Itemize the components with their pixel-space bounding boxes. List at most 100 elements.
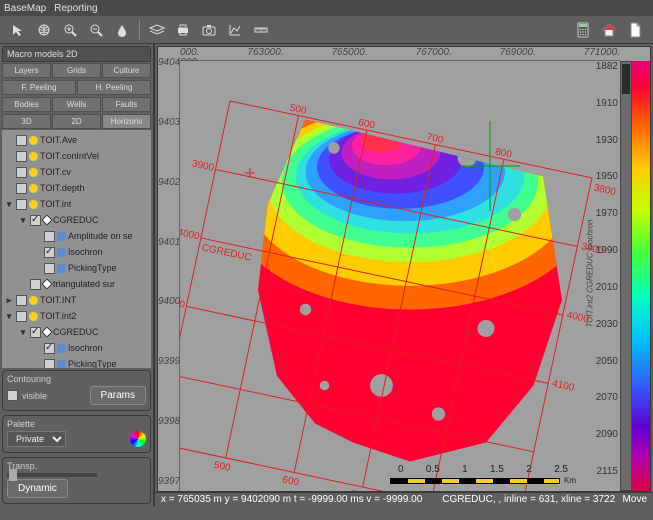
globe-icon[interactable]	[32, 19, 56, 41]
visibility-checkbox[interactable]	[44, 231, 55, 242]
expander-icon[interactable]: ▾	[4, 199, 14, 209]
zoom-out-icon[interactable]	[84, 19, 108, 41]
visibility-checkbox[interactable]	[44, 247, 55, 258]
tab-faults[interactable]: Faults	[102, 97, 151, 112]
drop-icon[interactable]	[110, 19, 134, 41]
tree-label: CGREDUC	[53, 215, 99, 225]
tree-row[interactable]: Isochron	[2, 244, 151, 260]
seismic-horizon-map	[220, 91, 600, 471]
expander-icon[interactable]	[18, 279, 28, 289]
tree-row[interactable]: TOIT.cv	[2, 164, 151, 180]
chart-icon[interactable]	[223, 19, 247, 41]
tree-row[interactable]: Isochron	[2, 340, 151, 356]
tree-row[interactable]: TOIT.Ave	[2, 132, 151, 148]
tree-row[interactable]: ▾ TOIT.int	[2, 196, 151, 212]
contouring-panel: Contouring visible Params	[2, 370, 151, 411]
expander-icon[interactable]	[32, 359, 42, 368]
dynamic-button[interactable]: Dynamic	[7, 479, 68, 498]
visibility-checkbox[interactable]	[16, 311, 27, 322]
tree-row[interactable]: ▾CGREDUC	[2, 324, 151, 340]
tab-f--peeling[interactable]: F. Peeling	[2, 80, 76, 95]
svg-text:600: 600	[281, 474, 300, 488]
dot-icon	[29, 136, 38, 145]
expander-icon[interactable]	[32, 247, 42, 257]
expander-icon[interactable]	[4, 167, 14, 177]
visibility-checkbox[interactable]	[44, 263, 55, 274]
expander-icon[interactable]	[4, 183, 14, 193]
tree-label: TOIT.cv	[40, 167, 71, 177]
visibility-checkbox[interactable]	[16, 295, 27, 306]
ruler-icon[interactable]	[249, 19, 273, 41]
params-button[interactable]: Params	[90, 386, 146, 405]
expander-icon[interactable]	[32, 263, 42, 273]
select-tool-icon[interactable]	[6, 19, 30, 41]
visibility-checkbox[interactable]	[30, 327, 41, 338]
dot-icon	[29, 184, 38, 193]
visibility-checkbox[interactable]	[30, 279, 41, 290]
visibility-checkbox[interactable]	[16, 183, 27, 194]
tab-horizons[interactable]: Horizons	[102, 114, 151, 129]
tree-row[interactable]: Amplitude on se	[2, 228, 151, 244]
blue-icon	[57, 248, 66, 257]
tab-h--peeling[interactable]: H. Peeling	[77, 80, 151, 95]
tree-label: TOIT.int	[40, 199, 71, 209]
visibility-checkbox[interactable]	[16, 151, 27, 162]
transparency-slider[interactable]	[7, 473, 97, 477]
layers-icon[interactable]	[145, 19, 169, 41]
panel-header: Macro models 2D	[2, 46, 151, 62]
visibility-checkbox[interactable]	[16, 135, 27, 146]
dot-icon	[29, 200, 38, 209]
palette-panel: Palette Private	[2, 415, 151, 453]
tree-row[interactable]: PickingType	[2, 260, 151, 276]
svg-text:4100: 4100	[180, 296, 186, 311]
tab-grids[interactable]: Grids	[52, 63, 101, 78]
home-icon[interactable]	[597, 19, 621, 41]
map-viewport[interactable]: 000.763000.765000.767000.769000.771000. …	[157, 46, 651, 492]
visible-label: visible	[22, 391, 47, 401]
dot-icon	[29, 296, 38, 305]
expander-icon[interactable]	[32, 343, 42, 353]
visibility-checkbox[interactable]	[44, 343, 55, 354]
doc-icon[interactable]	[623, 19, 647, 41]
layer-tree[interactable]: TOIT.AveTOIT.conIntVelTOIT.cvTOIT.depth▾…	[2, 130, 151, 368]
tree-row[interactable]: TOIT.depth	[2, 180, 151, 196]
calculator-icon[interactable]	[571, 19, 595, 41]
visibility-checkbox[interactable]	[16, 167, 27, 178]
tree-row[interactable]: TOIT.conIntVel	[2, 148, 151, 164]
visible-checkbox[interactable]	[7, 390, 18, 401]
tree-row[interactable]: ▸TOIT.INT	[2, 292, 151, 308]
vertical-scrollbar[interactable]	[620, 61, 632, 491]
tree-row[interactable]: ▾TOIT.int2	[2, 308, 151, 324]
expander-icon[interactable]: ▾	[4, 311, 14, 321]
visibility-checkbox[interactable]	[16, 199, 27, 210]
tree-label: Isochron	[68, 247, 103, 257]
camera-icon[interactable]	[197, 19, 221, 41]
expander-icon[interactable]	[4, 135, 14, 145]
palette-mode-select[interactable]: Private	[7, 431, 66, 447]
expander-icon[interactable]: ▾	[18, 327, 28, 337]
tree-label: triangulated sur	[53, 279, 115, 289]
status-info: CGREDUC, , inline = 631, xline = 3722	[442, 494, 615, 505]
tree-row[interactable]: ▾ CGREDUC	[2, 212, 151, 228]
dot-icon	[29, 152, 38, 161]
menu-reporting[interactable]: Reporting	[54, 3, 97, 14]
tab-wells[interactable]: Wells	[52, 97, 101, 112]
tab-3d[interactable]: 3D	[2, 114, 51, 129]
expander-icon[interactable]	[4, 151, 14, 161]
zoom-in-icon[interactable]	[58, 19, 82, 41]
blue-icon	[57, 360, 66, 369]
svg-text:700: 700	[350, 489, 369, 491]
expander-icon[interactable]: ▾	[18, 215, 28, 225]
tab-bodies[interactable]: Bodies	[2, 97, 51, 112]
visibility-checkbox[interactable]	[44, 359, 55, 369]
tab-culture[interactable]: Culture	[102, 63, 151, 78]
expander-icon[interactable]	[32, 231, 42, 241]
tab-2d[interactable]: 2D	[52, 114, 101, 129]
visibility-checkbox[interactable]	[30, 215, 41, 226]
print-icon[interactable]	[171, 19, 195, 41]
tree-row[interactable]: triangulated sur	[2, 276, 151, 292]
tree-row[interactable]: PickingType	[2, 356, 151, 368]
expander-icon[interactable]: ▸	[4, 295, 14, 305]
tab-layers[interactable]: Layers	[2, 63, 51, 78]
color-wheel-icon[interactable]	[130, 431, 146, 447]
